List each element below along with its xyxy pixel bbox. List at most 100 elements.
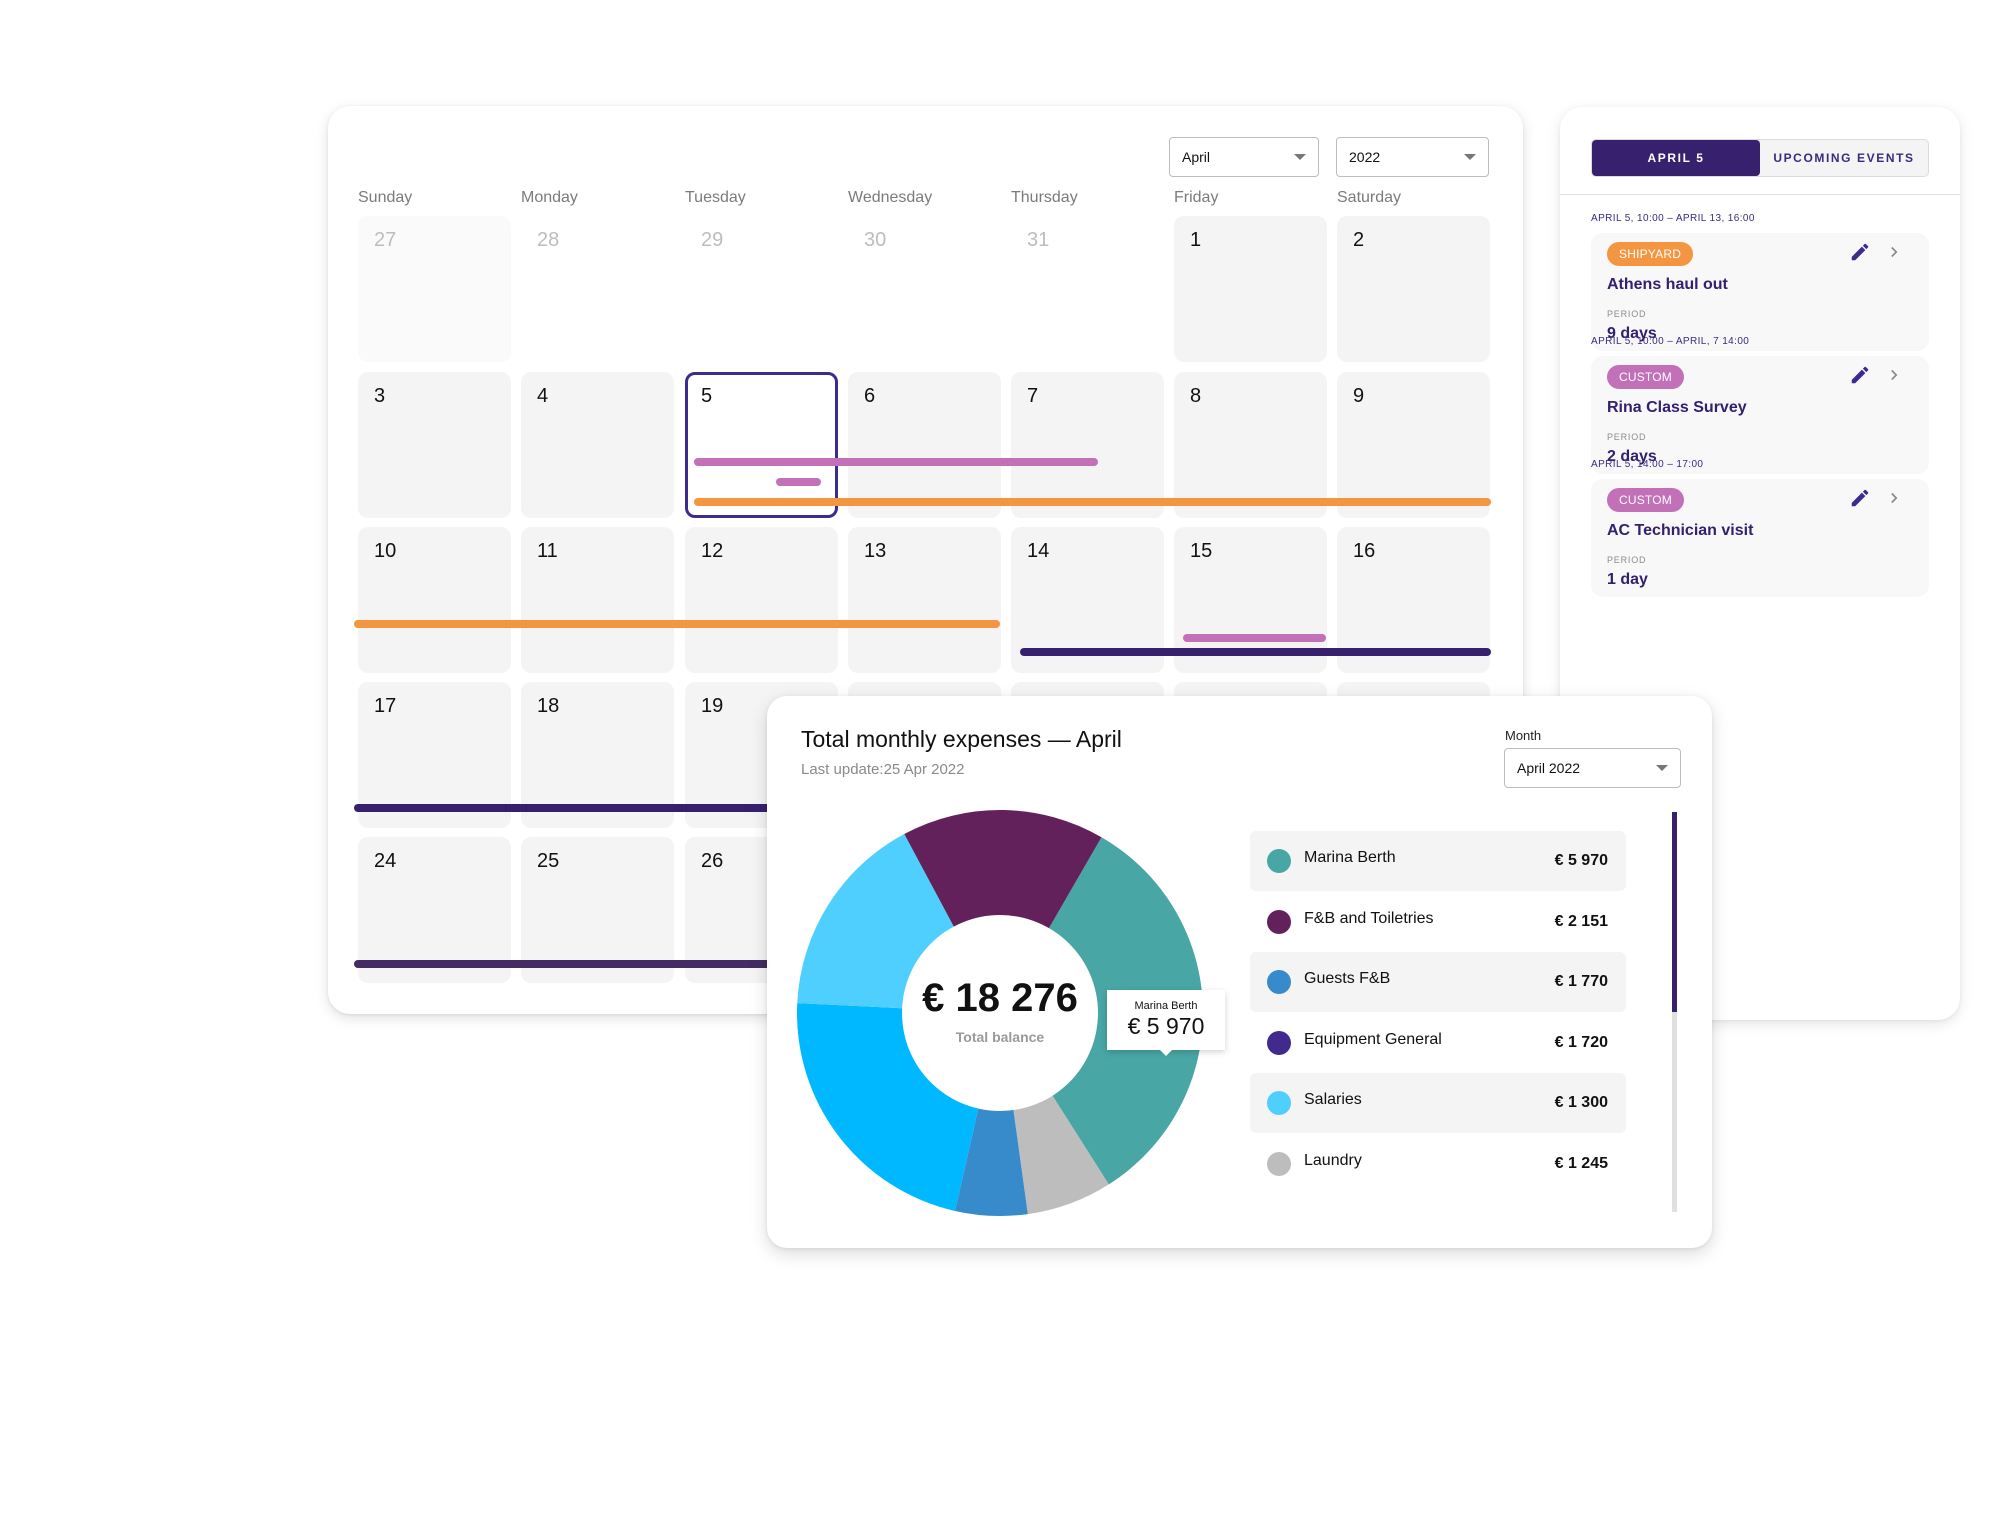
calendar-day[interactable]: 10 xyxy=(358,527,511,673)
legend-value: € 1 300 xyxy=(1554,1094,1608,1111)
chart-tooltip: Marina Berth € 5 970 xyxy=(1107,990,1225,1056)
divider xyxy=(1560,194,1960,195)
events-tabs: APRIL 5 UPCOMING EVENTS xyxy=(1591,139,1929,177)
legend-name: Laundry xyxy=(1304,1151,1362,1169)
legend-name: Equipment General xyxy=(1304,1030,1442,1048)
event-bar[interactable] xyxy=(354,620,1000,628)
tooltip-name: Marina Berth xyxy=(1134,1000,1198,1012)
event-bar[interactable] xyxy=(694,458,1098,466)
weekday-friday: Friday xyxy=(1174,189,1219,206)
event-card[interactable]: SHIPYARD Athens haul out PERIOD 9 days xyxy=(1591,233,1929,351)
day-number: 17 xyxy=(374,695,397,717)
chevron-down-icon xyxy=(1294,154,1306,160)
day-number: 6 xyxy=(864,385,876,407)
day-number: 1 xyxy=(1190,229,1202,251)
legend-item[interactable]: Marina Berth € 5 970 xyxy=(1250,831,1626,891)
legend-color-dot xyxy=(1267,909,1291,934)
day-number: 11 xyxy=(537,540,558,562)
event-bar[interactable] xyxy=(1020,648,1491,656)
calendar-day[interactable]: 27 xyxy=(358,216,511,362)
calendar-day[interactable]: 8 xyxy=(1174,372,1327,518)
calendar-day[interactable]: 29 xyxy=(685,216,838,362)
tab-upcoming-events[interactable]: UPCOMING EVENTS xyxy=(1760,140,1928,176)
legend-item[interactable]: Guests F&B € 1 770 xyxy=(1250,952,1626,1012)
legend-name: Marina Berth xyxy=(1304,849,1396,866)
event-date-range: APRIL 5, 10:00 – APRIL, 7 14:00 xyxy=(1591,336,1750,347)
legend-value: € 5 970 xyxy=(1554,852,1608,869)
day-number: 7 xyxy=(1027,385,1039,407)
day-number: 31 xyxy=(1027,229,1050,251)
calendar-day[interactable]: 9 xyxy=(1337,372,1490,518)
event-bar[interactable] xyxy=(354,960,837,968)
legend-value: € 2 151 xyxy=(1554,912,1608,930)
legend-item[interactable]: Laundry € 1 245 xyxy=(1250,1134,1626,1194)
legend-value: € 1 245 xyxy=(1554,1154,1608,1172)
calendar-day[interactable]: 6 xyxy=(848,372,1001,518)
legend-item[interactable]: Equipment General € 1 720 xyxy=(1250,1013,1626,1073)
weekday-thursday: Thursday xyxy=(1011,189,1078,206)
tab-april-5[interactable]: APRIL 5 xyxy=(1592,140,1760,176)
pencil-icon[interactable] xyxy=(1849,364,1871,386)
chevron-down-icon xyxy=(1464,154,1476,160)
calendar-day[interactable]: 11 xyxy=(521,527,674,673)
year-select-value: 2022 xyxy=(1349,149,1381,165)
legend-name: F&B and Toiletries xyxy=(1304,909,1434,927)
calendar-day[interactable]: 30 xyxy=(848,216,1001,362)
event-card[interactable]: CUSTOM Rina Class Survey PERIOD 2 days xyxy=(1591,356,1929,474)
event-bar[interactable] xyxy=(775,478,821,486)
pencil-icon[interactable] xyxy=(1849,487,1871,509)
expenses-month-select[interactable]: April 2022 xyxy=(1504,748,1681,788)
weekday-sunday: Sunday xyxy=(358,189,413,206)
expenses-month-value: April 2022 xyxy=(1517,760,1581,776)
event-tag: CUSTOM xyxy=(1607,365,1684,389)
day-number: 30 xyxy=(864,229,887,251)
expenses-title: Total monthly expenses — April xyxy=(801,726,1122,752)
event-title: Rina Class Survey xyxy=(1607,399,1747,416)
event-tag: CUSTOM xyxy=(1607,488,1684,512)
event-bar[interactable] xyxy=(354,804,837,812)
legend-scrollbar[interactable] xyxy=(1672,812,1677,1212)
day-number: 8 xyxy=(1190,385,1202,407)
calendar-day[interactable]: 31 xyxy=(1011,216,1164,362)
day-number: 28 xyxy=(537,229,560,251)
chevron-right-icon[interactable] xyxy=(1885,242,1903,262)
calendar-day[interactable]: 13 xyxy=(848,527,1001,673)
event-bar[interactable] xyxy=(694,498,1491,506)
calendar-day[interactable]: 3 xyxy=(358,372,511,518)
period-label: PERIOD xyxy=(1607,555,1647,565)
day-number: 27 xyxy=(374,229,397,251)
event-date-range: APRIL 5, 10:00 – APRIL 13, 16:00 xyxy=(1591,213,1755,224)
legend-color-dot xyxy=(1267,1151,1291,1176)
legend-scrollbar-thumb[interactable] xyxy=(1672,812,1677,1012)
day-number: 9 xyxy=(1353,385,1365,407)
expenses-card: Total monthly expenses — April Last upda… xyxy=(767,696,1712,1248)
day-number: 16 xyxy=(1353,540,1376,562)
last-update: Last update:25 Apr 2022 xyxy=(801,761,965,778)
event-title: Athens haul out xyxy=(1607,276,1728,293)
month-select[interactable]: April xyxy=(1169,137,1319,177)
day-number: 12 xyxy=(701,540,724,562)
day-number: 10 xyxy=(374,540,397,562)
calendar-day[interactable]: 7 xyxy=(1011,372,1164,518)
event-card[interactable]: CUSTOM AC Technician visit PERIOD 1 day xyxy=(1591,479,1929,597)
weekday-monday: Monday xyxy=(521,189,578,206)
event-bar[interactable] xyxy=(1183,634,1326,642)
month-select-value: April xyxy=(1182,149,1211,165)
day-number: 18 xyxy=(537,695,560,717)
chevron-right-icon[interactable] xyxy=(1885,488,1903,508)
day-number: 19 xyxy=(701,695,724,717)
calendar-day[interactable]: 1 xyxy=(1174,216,1327,362)
chevron-right-icon[interactable] xyxy=(1885,365,1903,385)
calendar-day-selected[interactable]: 5 xyxy=(685,372,838,518)
calendar-day[interactable]: 12 xyxy=(685,527,838,673)
calendar-day[interactable]: 4 xyxy=(521,372,674,518)
legend-item[interactable]: Salaries € 1 300 xyxy=(1250,1073,1626,1133)
pencil-icon[interactable] xyxy=(1849,241,1871,263)
weekday-tuesday: Tuesday xyxy=(685,189,746,206)
calendar-day[interactable]: 28 xyxy=(521,216,674,362)
legend-color-dot xyxy=(1267,1091,1291,1115)
legend-item[interactable]: F&B and Toiletries € 2 151 xyxy=(1250,892,1626,952)
year-select[interactable]: 2022 xyxy=(1336,137,1489,177)
calendar-day[interactable]: 2 xyxy=(1337,216,1490,362)
day-number: 4 xyxy=(537,385,549,407)
